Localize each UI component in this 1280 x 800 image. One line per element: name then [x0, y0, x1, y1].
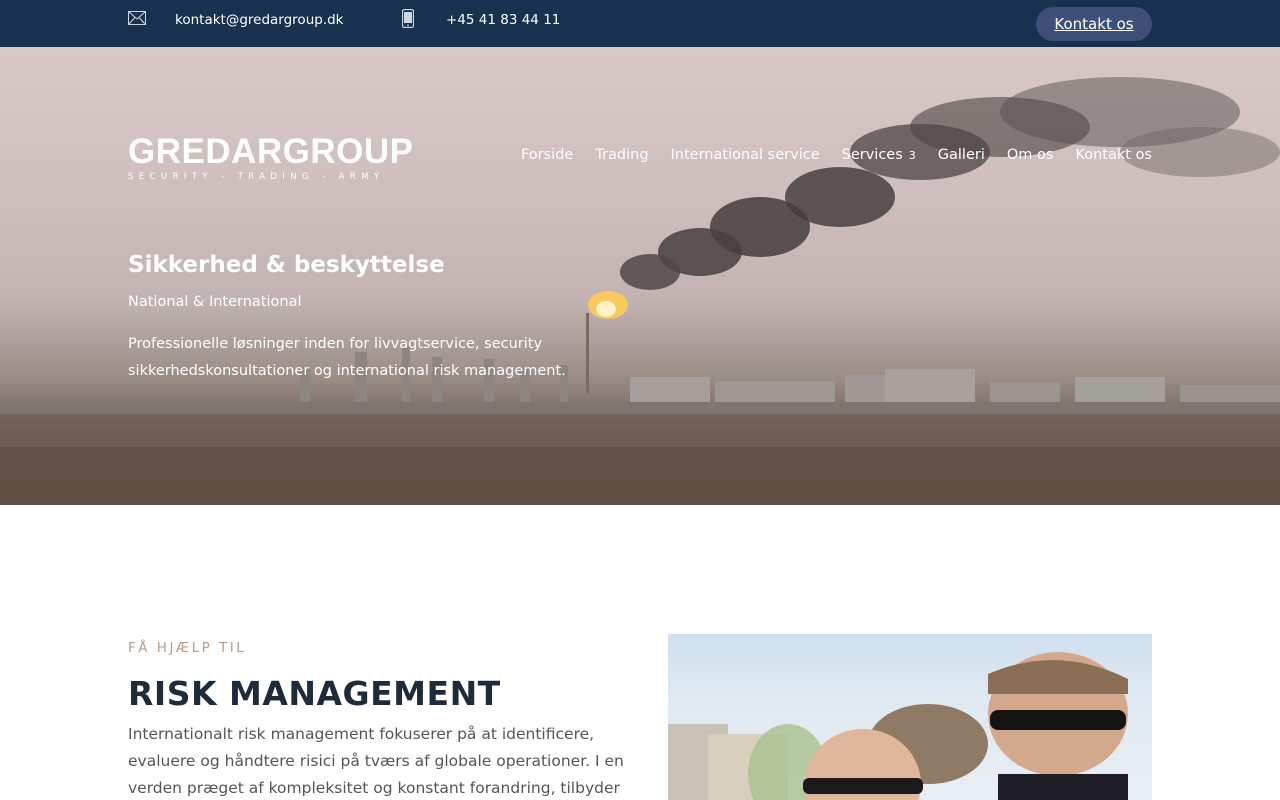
gredargroup-logo[interactable]: GREDARGROUP SECURITY - TRADING - ARMY	[128, 132, 414, 182]
nav-item-om-os[interactable]: Om os	[1007, 147, 1054, 163]
logo-wordmark: GREDARGROUP	[128, 132, 414, 171]
section-title: RISK MANAGEMENT	[128, 674, 501, 713]
team-photo-image	[668, 652, 1128, 800]
nav-item-trading[interactable]: Trading	[595, 147, 648, 163]
hero-title: Sikkerhed & beskyttelse	[128, 252, 445, 278]
nav-item-services[interactable]: Services 3	[842, 147, 916, 163]
nav-item-kontakt-os[interactable]: Kontakt os	[1075, 147, 1152, 163]
nav-item-forside[interactable]: Forside	[521, 147, 573, 163]
hero-banner: GREDARGROUP SECURITY - TRADING - ARMY Fo…	[0, 47, 1280, 505]
main-navigation: Forside Trading International service Se…	[521, 147, 1152, 163]
nav-item-galleri[interactable]: Galleri	[938, 147, 985, 163]
section-kicker: FÅ HJÆLP TIL	[128, 640, 247, 656]
hero-description: Professionelle løsninger inden for livva…	[128, 336, 566, 379]
contact-phone-link[interactable]: +45 41 83 44 11	[446, 12, 560, 28]
contact-email-link[interactable]: kontakt@gredargroup.dk	[175, 12, 344, 28]
mobile-phone-icon	[402, 9, 414, 28]
contact-us-button[interactable]: Kontakt os	[1036, 7, 1152, 41]
hero-subtitle: National & International	[128, 294, 302, 310]
chevron-down-icon: 3	[908, 149, 916, 162]
nav-item-international-service[interactable]: International service	[671, 147, 820, 163]
logo-tagline: SECURITY - TRADING - ARMY	[128, 172, 385, 182]
top-bar: kontakt@gredargroup.dk +45 41 83 44 11 K…	[0, 0, 1280, 47]
team-photo	[668, 634, 1152, 800]
section-body-text: Internationalt risk management fokuserer…	[128, 725, 624, 797]
nav-item-services-label: Services	[841, 147, 903, 163]
envelope-icon	[128, 11, 146, 25]
